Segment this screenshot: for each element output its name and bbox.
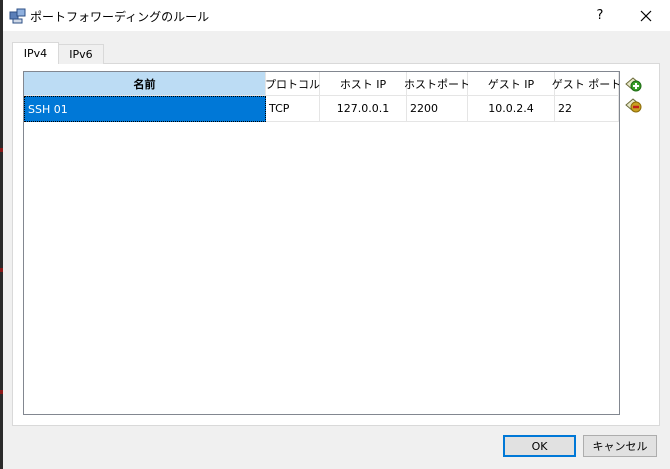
add-rule-button[interactable] <box>624 75 642 93</box>
column-header-protocol[interactable]: プロトコル <box>265 72 320 96</box>
rule-protocol-cell[interactable]: TCP <box>266 96 320 122</box>
column-header-guest-ip[interactable]: ゲスト IP <box>468 72 555 96</box>
remove-rule-button[interactable] <box>624 96 642 114</box>
rule-host-port-cell[interactable]: 2200 <box>407 96 468 122</box>
rule-guest-ip-cell[interactable]: 10.0.2.4 <box>468 96 555 122</box>
column-header-guest-port[interactable]: ゲスト ポート <box>552 72 619 96</box>
remove-rule-icon <box>625 98 642 113</box>
column-header-name[interactable]: 名前 <box>24 72 266 96</box>
virtualbox-app-icon <box>9 8 26 24</box>
port-forwarding-dialog: ポートフォワーディングのルール ? IPv4 IPv6 名前 プロトコル ホスト… <box>3 0 670 469</box>
close-icon <box>640 10 652 21</box>
rule-guest-port-cell[interactable]: 22 <box>555 96 619 122</box>
window-title: ポートフォワーディングのルール <box>30 10 210 24</box>
cancel-button[interactable]: キャンセル <box>583 435 657 457</box>
tab-ipv6[interactable]: IPv6 <box>59 44 104 64</box>
rules-table: 名前 プロトコル ホスト IP ホストポート ゲスト IP ゲスト ポート SS… <box>23 71 620 415</box>
close-button[interactable] <box>623 0 669 31</box>
column-header-host-port[interactable]: ホストポート <box>404 72 470 96</box>
rule-name-cell[interactable]: SSH 01 <box>24 96 266 122</box>
add-rule-icon <box>625 77 642 92</box>
ok-button[interactable]: OK <box>503 435 576 457</box>
tab-ipv4[interactable]: IPv4 <box>12 42 59 64</box>
rule-host-ip-cell[interactable]: 127.0.0.1 <box>320 96 407 122</box>
column-header-host-ip[interactable]: ホスト IP <box>320 72 407 96</box>
title-bar: ポートフォワーディングのルール ? <box>3 0 670 31</box>
help-button[interactable]: ? <box>578 0 622 31</box>
